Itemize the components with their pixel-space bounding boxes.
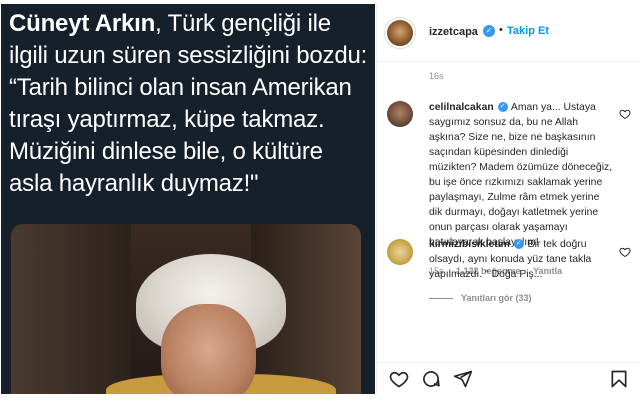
header-separator: • [499, 24, 503, 36]
tweet-photo [11, 224, 361, 394]
photo-background-left [11, 224, 131, 394]
comment-username[interactable]: celilnalcakan [429, 102, 494, 113]
verified-badge-icon: ✓ [497, 102, 508, 113]
avatar[interactable] [385, 18, 415, 48]
follow-button[interactable]: Takip Et [507, 25, 549, 37]
commenter-avatar[interactable] [387, 239, 413, 265]
like-comment-heart-icon[interactable] [619, 108, 631, 120]
tweet-text: Cüneyt Arkın, Türk gençliği ile ilgili u… [9, 8, 371, 200]
comment-body: kirmizibisikletim ✓ Bir tek doğru olsayd… [429, 237, 614, 282]
post-actions-bar [377, 362, 639, 394]
caption-timestamp[interactable]: 16s [429, 71, 444, 81]
post-image[interactable]: Cüneyt Arkın, Türk gençliği ile ilgili u… [1, 4, 375, 394]
like-comment-heart-icon[interactable] [619, 246, 631, 258]
instagram-post-view: Cüneyt Arkın, Türk gençliği ile ilgili u… [0, 0, 640, 410]
comment-text: Aman ya... Ustaya saygımız sonsuz da, bu… [429, 102, 613, 248]
comment-username[interactable]: kirmizibisikletim [429, 239, 510, 250]
commenter-avatar[interactable] [387, 101, 413, 127]
verified-badge-icon: ✓ [513, 239, 524, 250]
post-header: izzetcapa ✓ • Takip Et [377, 4, 639, 62]
tweet-author: Cüneyt Arkın [9, 10, 156, 37]
photo-face [161, 304, 256, 394]
post-author-username[interactable]: izzetcapa [429, 26, 478, 38]
heart-icon[interactable] [389, 369, 409, 389]
tweet-body: , Türk gençliği ile ilgili uzun süren se… [9, 10, 368, 197]
bookmark-icon[interactable] [609, 369, 629, 389]
comment-body: celilnalcakan ✓ Aman ya... Ustaya saygım… [429, 100, 614, 250]
paper-plane-icon[interactable] [453, 369, 473, 389]
comment-item: kirmizibisikletim ✓ Bir tek doğru olsayd… [377, 234, 639, 304]
verified-badge-icon: ✓ [483, 25, 495, 37]
comments-panel: izzetcapa ✓ • Takip Et 16s celilnalcakan… [376, 4, 639, 394]
comment-icon[interactable] [421, 369, 441, 389]
